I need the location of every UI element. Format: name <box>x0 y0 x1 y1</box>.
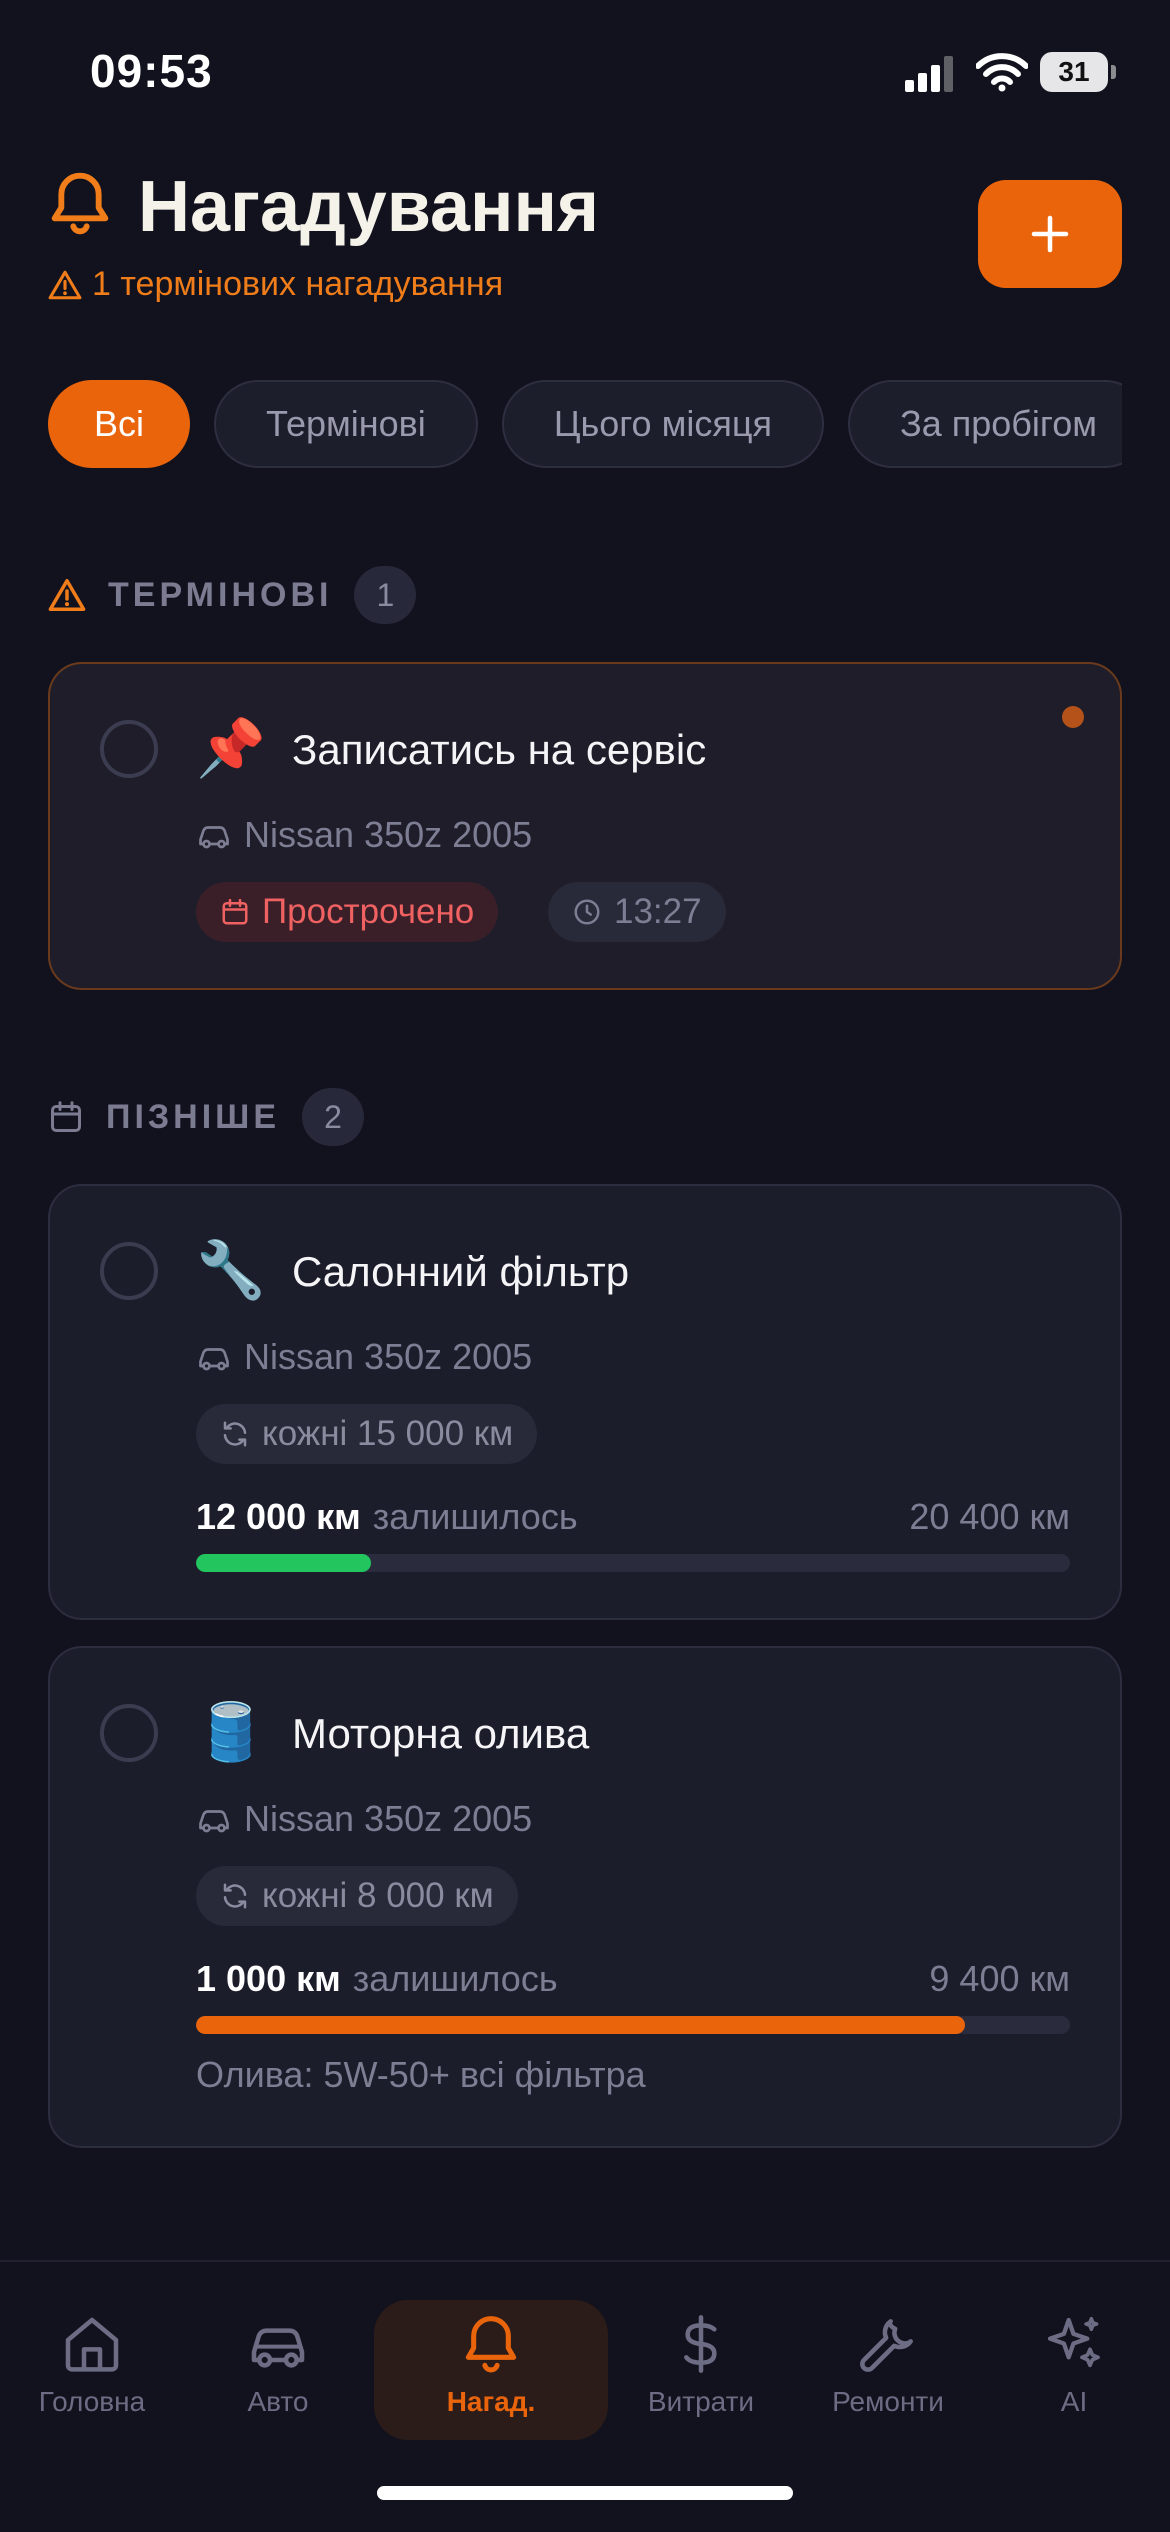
car-icon <box>199 826 229 849</box>
wifi-icon <box>976 53 1028 92</box>
target-mileage: 9 400 км <box>929 1958 1070 1999</box>
reminder-card[interactable]: 📌 Записатись на сервіс Nissan 350z 2005 … <box>48 662 1122 990</box>
home-icon <box>65 2317 119 2372</box>
section-header-urgent: ТЕРМІНОВІ 1 <box>48 566 417 624</box>
warning-icon <box>48 579 86 611</box>
warning-icon <box>48 270 82 299</box>
cellular-signal-icon <box>905 56 953 92</box>
nav-label: Витрати <box>647 2386 755 2417</box>
filter-chips: Всі Термінові Цього місяця За пробігом <box>48 380 1122 472</box>
complete-checkbox[interactable] <box>100 1242 158 1300</box>
section-count: 2 <box>302 1088 365 1146</box>
nav-item-ai[interactable]: AI <box>984 2300 1164 2440</box>
battery-indicator: 31 <box>1040 52 1116 92</box>
section-label: ПІЗНІШЕ <box>106 1097 281 1136</box>
add-reminder-button[interactable] <box>978 180 1122 288</box>
wrench-icon <box>860 2319 913 2372</box>
interval-text: кожні 8 000 км <box>262 1876 494 1915</box>
car-icon <box>199 1348 229 1371</box>
complete-checkbox[interactable] <box>100 1704 158 1762</box>
reminder-car: Nissan 350z 2005 <box>196 1798 532 1840</box>
filter-chip-by-mileage[interactable]: За пробігом <box>847 380 1122 468</box>
remaining-value: 12 000 км <box>196 1496 361 1537</box>
nav-item-cars[interactable]: Авто <box>188 2300 368 2440</box>
plus-icon <box>1031 215 1069 253</box>
reminder-car: Nissan 350z 2005 <box>196 814 532 856</box>
remaining-value: 1 000 км <box>196 1958 341 1999</box>
bell-icon <box>465 2316 517 2373</box>
battery-level: 31 <box>1040 52 1108 92</box>
progress-fill <box>196 2016 966 2034</box>
section-label: ТЕРМІНОВІ <box>108 575 333 614</box>
nav-item-repairs[interactable]: Ремонти <box>798 2300 978 2440</box>
interval-badge: кожні 15 000 км <box>196 1404 538 1464</box>
car-icon <box>251 2328 305 2368</box>
time-badge: 13:27 <box>548 882 726 942</box>
reminder-car: Nissan 350z 2005 <box>196 1336 532 1378</box>
remaining: 1 000 км залишилось <box>196 1958 558 2000</box>
dollar-icon <box>684 2315 717 2373</box>
nav-item-reminders[interactable]: Нагад. <box>374 2300 608 2440</box>
clock-icon <box>574 899 600 925</box>
reminder-title: Моторна олива <box>292 1710 590 1757</box>
remaining: 12 000 км залишилось <box>196 1496 578 1538</box>
reminder-card[interactable]: 🔧 Салонний фільтр Nissan 350z 2005 кожні… <box>48 1184 1122 1620</box>
remaining-label: залишилось <box>372 1496 578 1537</box>
time-text: 13:27 <box>614 892 702 931</box>
calendar-icon <box>51 1101 81 1132</box>
home-indicator <box>377 2486 793 2500</box>
target-mileage: 20 400 км <box>909 1496 1070 1537</box>
page-title: Нагадування <box>138 167 600 247</box>
section-header-later: ПІЗНІШЕ 2 <box>48 1088 365 1146</box>
nav-label: Нагад. <box>446 2386 536 2417</box>
bell-icon <box>51 172 109 235</box>
filter-chip-this-month[interactable]: Цього місяця <box>501 380 824 468</box>
nav-label: Головна <box>38 2386 146 2417</box>
filter-chip-all[interactable]: Всі <box>48 380 191 468</box>
oil-barrel-icon: 🛢️ <box>196 1700 266 1763</box>
urgent-summary: 1 термінових нагадування <box>48 265 503 304</box>
sparkles-icon <box>1047 2316 1100 2368</box>
reminder-title: Записатись на сервіс <box>292 726 707 773</box>
progress-track <box>196 1554 1070 1572</box>
complete-checkbox[interactable] <box>100 720 158 778</box>
calendar-icon <box>222 898 248 925</box>
car-name: Nissan 350z 2005 <box>244 1336 533 1377</box>
reminder-title: Салонний фільтр <box>292 1248 630 1295</box>
interval-text: кожні 15 000 км <box>262 1414 514 1453</box>
car-icon <box>199 1810 229 1833</box>
filter-chip-urgent[interactable]: Термінові <box>214 380 478 468</box>
progress-track <box>196 2016 1070 2034</box>
remaining-label: залишилось <box>352 1958 558 1999</box>
progress-fill <box>196 1554 371 1572</box>
nav-label: Авто <box>247 2386 309 2417</box>
nav-item-expenses[interactable]: Витрати <box>611 2300 791 2440</box>
status-badge: Прострочено <box>196 882 499 942</box>
car-name: Nissan 350z 2005 <box>244 1798 533 1839</box>
reminder-card[interactable]: 🛢️ Моторна олива Nissan 350z 2005 кожні … <box>48 1646 1122 2148</box>
nav-item-home[interactable]: Головна <box>2 2300 182 2440</box>
unread-dot <box>1062 706 1084 728</box>
nav-label: Ремонти <box>832 2386 944 2417</box>
status-text: Прострочено <box>262 892 475 931</box>
repeat-icon <box>223 1883 247 1909</box>
wrench-icon: 🔧 <box>196 1238 266 1301</box>
interval-badge: кожні 8 000 км <box>196 1866 518 1926</box>
urgent-summary-text: 1 термінових нагадування <box>92 265 504 303</box>
status-time: 09:53 <box>90 45 213 97</box>
reminder-note: Олива: 5W-50+ всі фільтра <box>196 2054 646 2095</box>
nav-label: AI <box>1060 2386 1088 2417</box>
car-name: Nissan 350z 2005 <box>244 814 533 855</box>
repeat-icon <box>223 1421 247 1447</box>
section-count: 1 <box>354 566 417 624</box>
pushpin-icon: 📌 <box>196 716 266 779</box>
